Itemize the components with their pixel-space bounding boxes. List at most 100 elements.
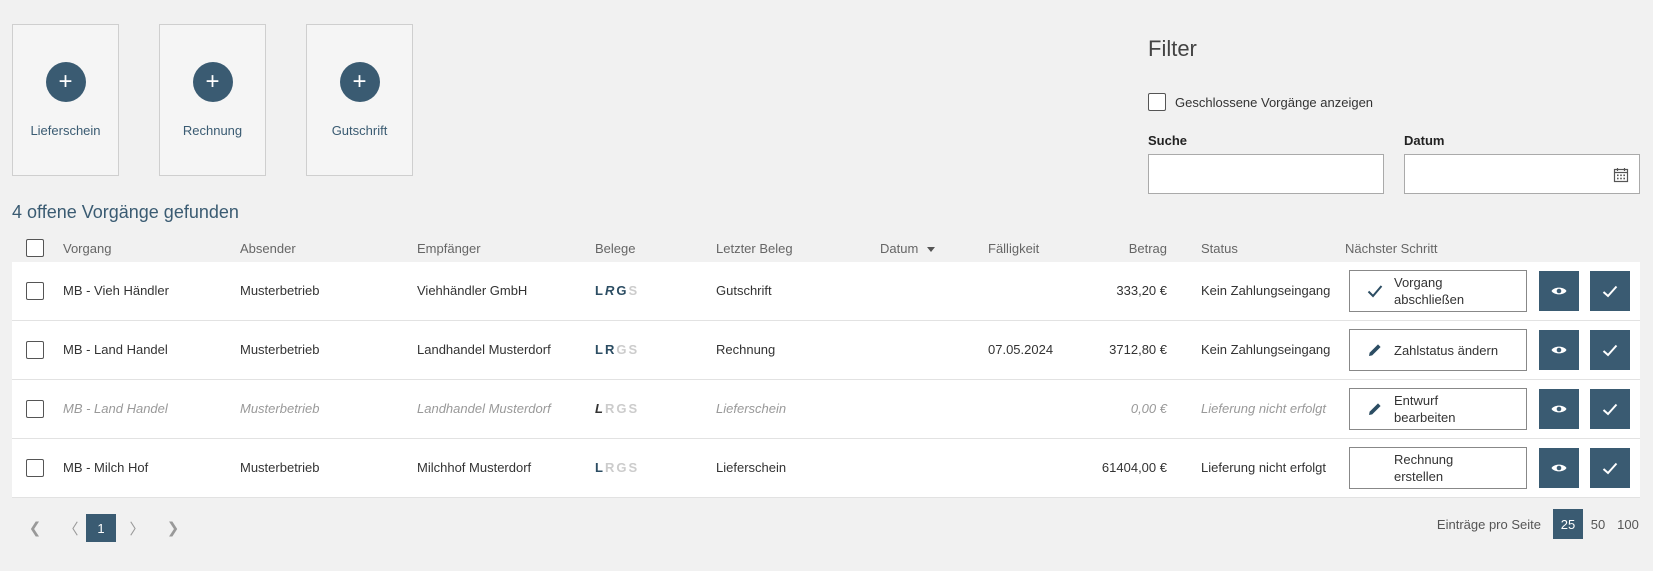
beleg-g[interactable]: G xyxy=(616,283,628,298)
eye-icon xyxy=(1551,405,1567,413)
select-all-checkbox[interactable] xyxy=(26,239,44,257)
complete-button[interactable] xyxy=(1590,389,1630,429)
beleg-s: S xyxy=(628,283,640,298)
beleg-r[interactable]: R xyxy=(605,283,616,298)
search-input[interactable] xyxy=(1149,155,1383,193)
show-closed-row: Geschlossene Vorgänge anzeigen xyxy=(1148,93,1373,111)
beleg-s: S xyxy=(628,460,640,475)
header-datum[interactable]: Datum xyxy=(880,241,935,256)
cell-status: Kein Zahlungseingang xyxy=(1201,283,1331,298)
per-page-50[interactable]: 50 xyxy=(1583,509,1613,539)
view-button[interactable] xyxy=(1539,448,1579,488)
beleg-r: R xyxy=(604,401,617,416)
per-page-100[interactable]: 100 xyxy=(1613,509,1643,539)
header-status[interactable]: Status xyxy=(1201,241,1238,256)
cell-faelligkeit: 07.05.2024 xyxy=(988,342,1054,357)
cell-betrag: 61404,00 € xyxy=(1101,460,1167,475)
beleg-s: S xyxy=(628,401,640,416)
cell-betrag: 333,20 € xyxy=(1116,283,1167,298)
row-checkbox[interactable] xyxy=(26,400,44,418)
cell-empfaenger: Landhandel Musterdorf xyxy=(417,342,551,357)
complete-button[interactable] xyxy=(1590,271,1630,311)
filter-title: Filter xyxy=(1148,36,1197,61)
cell-absender: Musterbetrieb xyxy=(240,401,320,416)
header-belege[interactable]: Belege xyxy=(595,241,635,256)
header-empfaenger[interactable]: Empfänger xyxy=(417,241,481,256)
cell-vorgang[interactable]: MB - Land Handel xyxy=(63,342,168,357)
table-body: MB - Vieh Händler Musterbetrieb Viehhänd… xyxy=(12,262,1640,498)
next-step-label: Vorgang abschließen xyxy=(1394,275,1465,307)
date-label: Datum xyxy=(1404,133,1445,148)
next-step-button[interactable]: Entwurf bearbeiten xyxy=(1349,388,1527,430)
beleg-l[interactable]: L xyxy=(595,342,605,357)
header-betrag[interactable]: Betrag xyxy=(1129,241,1167,256)
cell-absender: Musterbetrieb xyxy=(240,342,320,357)
cell-belege: LRGS xyxy=(595,460,639,475)
beleg-g: G xyxy=(616,342,629,357)
create-gutschrift-tile[interactable]: + Gutschrift xyxy=(306,24,413,176)
cell-empfaenger: Viehhändler GmbH xyxy=(417,283,528,298)
next-step-button[interactable]: Zahlstatus ändern xyxy=(1349,329,1527,371)
row-checkbox[interactable] xyxy=(26,341,44,359)
tile-label: Rechnung xyxy=(182,123,243,138)
eye-icon xyxy=(1551,287,1567,295)
first-page-button[interactable]: ❮ xyxy=(20,514,50,542)
beleg-g: G xyxy=(616,460,629,475)
cell-absender: Musterbetrieb xyxy=(240,460,320,475)
search-input-box xyxy=(1148,154,1384,194)
check-icon xyxy=(1602,285,1618,297)
beleg-g: G xyxy=(616,401,629,416)
last-page-button[interactable]: ❯ xyxy=(158,514,188,542)
date-input[interactable] xyxy=(1405,155,1639,193)
beleg-l[interactable]: L xyxy=(595,460,605,475)
date-input-box xyxy=(1404,154,1640,194)
page-1-button[interactable]: 1 xyxy=(86,514,116,542)
header-faelligkeit[interactable]: Fälligkeit xyxy=(988,241,1039,256)
beleg-r[interactable]: R xyxy=(605,342,616,357)
per-page-label: Einträge pro Seite xyxy=(1436,516,1541,532)
cell-vorgang[interactable]: MB - Land Handel xyxy=(63,401,168,416)
header-absender[interactable]: Absender xyxy=(240,241,296,256)
header-letzter-beleg[interactable]: Letzter Beleg xyxy=(716,241,793,256)
search-label: Suche xyxy=(1148,133,1188,148)
check-icon xyxy=(1366,284,1384,298)
next-step-button[interactable]: Rechnung erstellen xyxy=(1349,447,1527,489)
view-button[interactable] xyxy=(1539,389,1579,429)
table-row: MB - Vieh Händler Musterbetrieb Viehhänd… xyxy=(12,262,1640,321)
header-vorgang[interactable]: Vorgang xyxy=(63,241,111,256)
plus-icon: + xyxy=(339,62,380,102)
next-step-button[interactable]: Vorgang abschließen xyxy=(1349,270,1527,312)
view-button[interactable] xyxy=(1539,271,1579,311)
prev-page-button[interactable]: 〈 xyxy=(56,514,86,542)
header-naechster-schritt: Nächster Schritt xyxy=(1345,241,1438,256)
next-step-label: Rechnung erstellen xyxy=(1394,452,1454,484)
cell-letzter-beleg: Rechnung xyxy=(716,342,776,357)
view-button[interactable] xyxy=(1539,330,1579,370)
complete-button[interactable] xyxy=(1590,448,1630,488)
create-rechnung-tile[interactable]: + Rechnung xyxy=(159,24,266,176)
per-page-25[interactable]: 25 xyxy=(1553,509,1583,539)
create-tiles: + Lieferschein + Rechnung + Gutschrift xyxy=(12,24,413,176)
beleg-l[interactable]: L xyxy=(595,401,605,416)
next-step-label: Entwurf bearbeiten xyxy=(1394,393,1456,425)
cell-vorgang[interactable]: MB - Milch Hof xyxy=(63,460,148,475)
tile-label: Gutschrift xyxy=(331,123,388,138)
create-lieferschein-tile[interactable]: + Lieferschein xyxy=(12,24,119,176)
table-row: MB - Land Handel Musterbetrieb Landhande… xyxy=(12,321,1640,380)
row-checkbox[interactable] xyxy=(26,282,44,300)
cell-betrag: 3712,80 € xyxy=(1109,342,1167,357)
table-row: MB - Land Handel Musterbetrieb Landhande… xyxy=(12,380,1640,439)
cell-absender: Musterbetrieb xyxy=(240,283,320,298)
plus-icon: + xyxy=(45,62,86,102)
cell-betrag: 0,00 € xyxy=(1130,401,1167,416)
next-page-button[interactable]: 〉 xyxy=(122,514,152,542)
cell-vorgang[interactable]: MB - Vieh Händler xyxy=(63,283,169,298)
calendar-icon[interactable] xyxy=(1613,167,1629,183)
complete-button[interactable] xyxy=(1590,330,1630,370)
beleg-l[interactable]: L xyxy=(595,283,605,298)
cell-status: Kein Zahlungseingang xyxy=(1201,342,1331,357)
table-row: MB - Milch Hof Musterbetrieb Milchhof Mu… xyxy=(12,439,1640,498)
show-closed-checkbox[interactable] xyxy=(1148,93,1166,111)
cell-status: Lieferung nicht erfolgt xyxy=(1201,460,1327,475)
row-checkbox[interactable] xyxy=(26,459,44,477)
